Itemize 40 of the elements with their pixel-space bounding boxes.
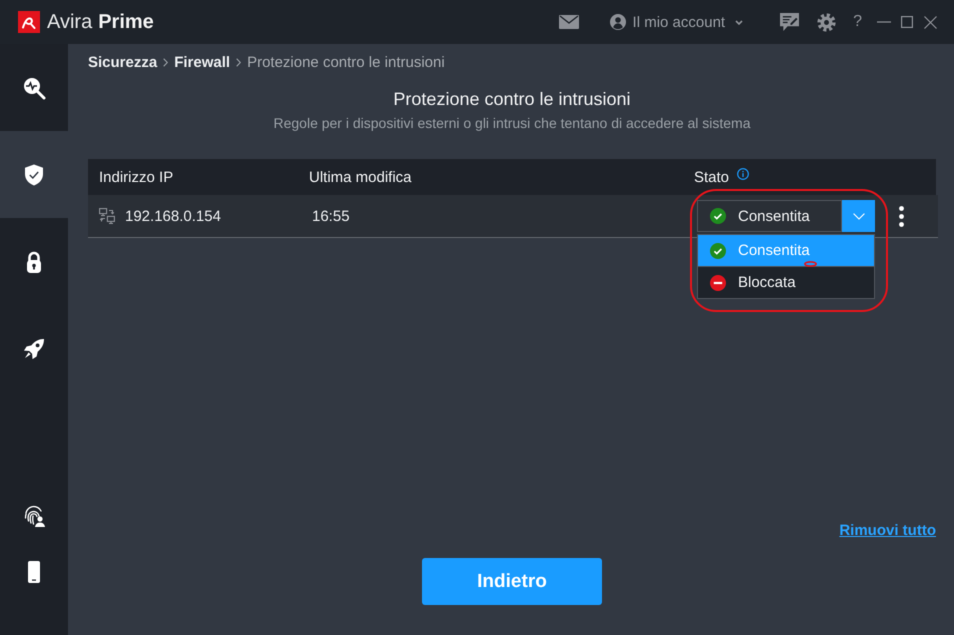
page-subtitle: Regole per i dispositivi esterni o gli intrusi che tentano di accedere al sistema [272, 114, 752, 132]
account-menu[interactable]: Il mio account [610, 14, 744, 30]
help-button[interactable]: ? [853, 13, 862, 31]
network-icon [99, 208, 115, 224]
breadcrumb-link[interactable]: Firewall [174, 54, 230, 70]
close-icon[interactable] [924, 16, 937, 28]
status-select[interactable]: Consentita [697, 200, 842, 232]
mail-icon[interactable] [558, 15, 579, 29]
modified-time: 16:55 [312, 208, 350, 224]
check-circle-icon [710, 208, 726, 224]
user-icon [610, 14, 626, 30]
minimize-icon[interactable] [877, 21, 891, 23]
breadcrumb-link[interactable]: Sicurezza [88, 54, 158, 70]
fingerprint-icon [22, 504, 46, 528]
more-options-icon[interactable] [899, 206, 904, 226]
info-icon[interactable] [737, 168, 750, 180]
app-edition: Prime [98, 10, 154, 34]
settings-icon[interactable] [817, 12, 836, 32]
ip-address: 192.168.0.154 [125, 208, 221, 224]
annotation-mark-icon [804, 261, 817, 267]
sidebar-item[interactable] [0, 131, 68, 218]
column-header: Ultima modifica [309, 168, 412, 186]
rocket-icon [22, 336, 46, 360]
logo-icon [18, 11, 40, 33]
app-name: Avira [47, 10, 92, 34]
remove-all-link[interactable]: Rimuovi tutto [839, 522, 936, 540]
column-header: Stato [694, 168, 730, 186]
breadcrumb-current: Protezione contro le intrusioni [247, 54, 445, 70]
search-icon [22, 76, 46, 100]
feedback-icon[interactable] [780, 13, 800, 31]
maximize-icon[interactable] [901, 16, 913, 28]
column-header: Indirizzo IP [99, 168, 174, 186]
chevron-right-icon [236, 58, 242, 66]
check-circle-icon [710, 242, 726, 258]
blocked-icon [710, 274, 726, 290]
chevron-right-icon [163, 58, 168, 66]
chevron-down-icon [852, 212, 864, 220]
shield-check-icon [22, 162, 46, 186]
caret-icon [735, 20, 744, 24]
page-title: Protezione contro le intrusioni [392, 88, 632, 110]
